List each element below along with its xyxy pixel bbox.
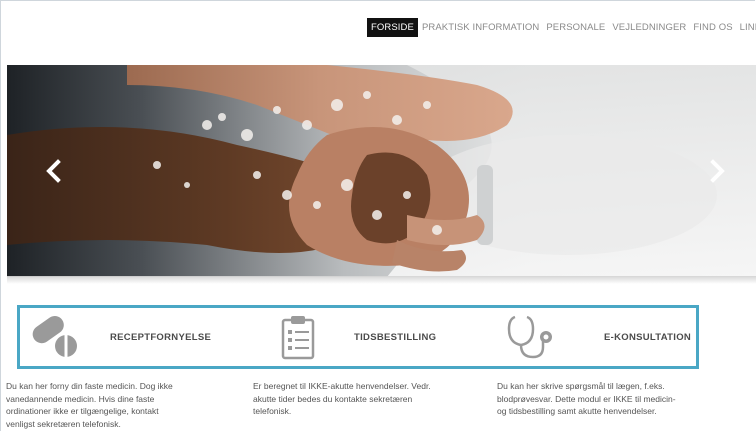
pills-icon — [26, 312, 82, 362]
description-line: venligst sekretæren telefonisk. — [6, 418, 121, 429]
description-line: vanedannende medicin. Hvis dine faste — [6, 393, 155, 404]
service-title: E-KONSULTATION — [604, 331, 692, 343]
nav-item-vejledninger[interactable]: VEJLEDNINGER — [609, 19, 689, 36]
description-line: akutte tider bedes du kontakte sekretære… — [253, 393, 413, 404]
stethoscope-icon — [504, 312, 560, 362]
chevron-right-icon — [710, 159, 725, 183]
service-receptfornyelse[interactable]: RECEPTFORNYELSE — [26, 308, 256, 366]
nav-item-praktisk-information[interactable]: PRAKTISK INFORMATION — [419, 19, 542, 36]
nav-item-links[interactable]: LINKS — [737, 19, 756, 36]
chevron-left-icon — [46, 159, 61, 183]
description-line: Er beregnet til IKKE-akutte henvendelser… — [253, 381, 431, 391]
nav-item-personale[interactable]: PERSONALE — [543, 19, 608, 36]
service-description-tidsbestilling: Er beregnet til IKKE-akutte henvendelser… — [253, 380, 493, 418]
service-title: RECEPTFORNYELSE — [110, 331, 212, 343]
services-box: RECEPTFORNYELSE TIDSBESTILLING E-KONSULT… — [17, 305, 699, 369]
nav-item-forside[interactable]: FORSIDE — [367, 18, 418, 37]
service-tidsbestilling[interactable]: TIDSBESTILLING — [270, 308, 470, 366]
description-line: telefonisk. — [253, 406, 292, 416]
service-description-receptfornyelse: Du kan her forny din faste medicin. Dog … — [6, 380, 246, 430]
main-nav: FORSIDE PRAKTISK INFORMATION PERSONALE V… — [367, 18, 756, 37]
hero-shadow — [7, 276, 756, 284]
service-e-konsultation[interactable]: E-KONSULTATION — [504, 308, 704, 366]
nav-item-find-os[interactable]: FIND OS — [690, 19, 735, 36]
hand-washing-photo — [7, 65, 756, 277]
service-description-e-konsultation: Du kan her skrive spørgsmål til lægen, f… — [497, 380, 742, 418]
service-title: TIDSBESTILLING — [354, 331, 437, 343]
clipboard-icon — [270, 312, 326, 362]
slider-prev-button[interactable] — [42, 159, 66, 183]
hero-slider — [7, 65, 756, 277]
slider-next-button[interactable] — [705, 159, 729, 183]
description-line: ordinationer ikke er tilgængelige, konta… — [6, 406, 159, 416]
description-line: og tidsbestilling samt akutte henvendels… — [497, 406, 657, 416]
description-line: blodprøvesvar. Dette modul er IKKE til m… — [497, 393, 676, 404]
description-line: Du kan her skrive spørgsmål til lægen, f… — [497, 381, 665, 391]
description-line: Du kan her forny din faste medicin. Dog … — [6, 381, 173, 391]
